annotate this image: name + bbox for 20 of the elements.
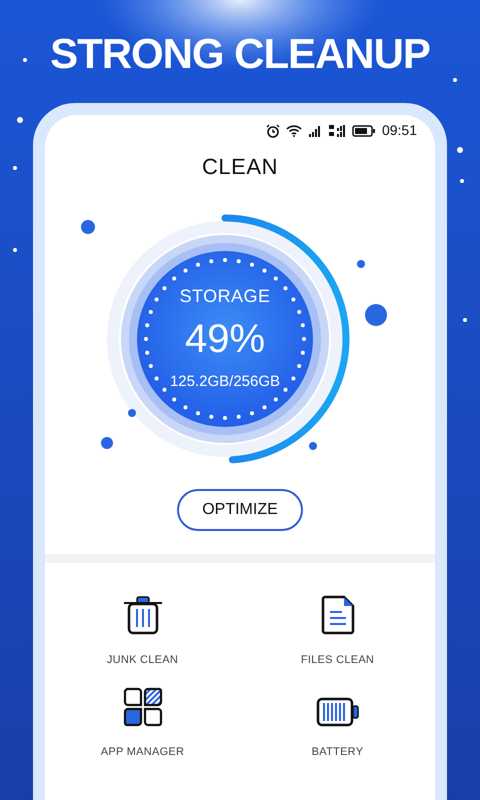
tool-label[interactable]: FILES CLEAN xyxy=(300,653,374,667)
tool-label[interactable]: APP MANAGER xyxy=(100,745,184,759)
battery-status-icon xyxy=(352,124,376,136)
alarm-icon xyxy=(266,124,280,138)
app-grid-icon xyxy=(122,687,162,727)
battery-icon xyxy=(316,697,360,727)
status-time: 09:51 xyxy=(382,121,417,140)
document-icon xyxy=(320,595,354,635)
trash-icon xyxy=(122,595,164,635)
optimize-button[interactable]: OPTIMIZE xyxy=(177,489,303,531)
wifi-icon xyxy=(286,124,302,137)
tool-label[interactable]: JUNK CLEAN xyxy=(106,653,178,667)
tool-label[interactable]: BATTERY xyxy=(312,745,364,759)
storage-usage: 125.2GB/256GB xyxy=(170,372,280,392)
storage-label: STORAGE xyxy=(180,285,270,308)
dual-signal-icon xyxy=(328,124,346,138)
screen-title: CLEAN xyxy=(202,153,278,181)
signal-icon xyxy=(308,124,322,136)
storage-percent: 49% xyxy=(184,316,266,362)
headline: STRONG CLEANUP xyxy=(50,29,430,79)
